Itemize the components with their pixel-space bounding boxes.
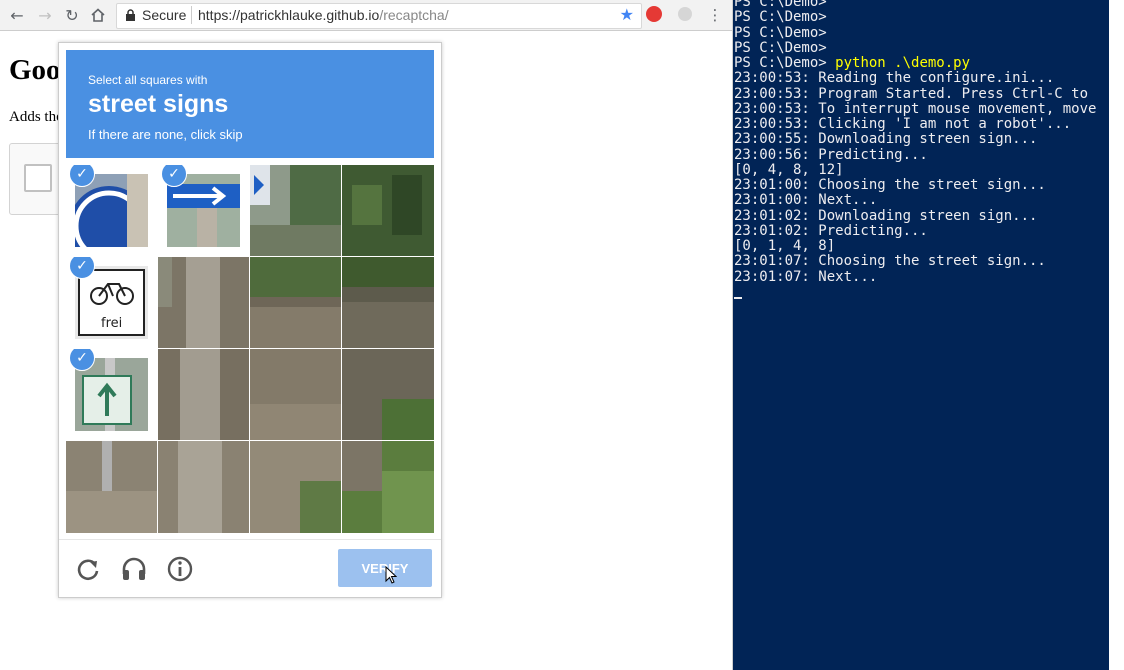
terminal-line: 23:01:07: Next... — [734, 268, 878, 285]
terminal-line: PS C:\Demo> — [734, 39, 827, 56]
terminal-line: 23:00:53: Reading the configure.ini... — [734, 70, 1055, 87]
terminal-line: 23:00:55: Downloading streen sign... — [734, 131, 1038, 148]
terminal-scrollbar[interactable] — [1109, 0, 1124, 670]
tile-13[interactable] — [158, 441, 249, 533]
recaptcha-challenge-popup: Select all squares with street signs If … — [58, 42, 442, 598]
url-path: /recaptcha/ — [379, 7, 449, 23]
tile-5[interactable] — [158, 257, 249, 348]
secure-label: Secure — [142, 7, 187, 23]
home-icon[interactable] — [87, 4, 109, 26]
not-a-robot-checkbox[interactable] — [24, 164, 52, 192]
terminal-prompt: PS C:\Demo> — [734, 55, 836, 71]
bookmark-star-icon[interactable]: ★ — [620, 5, 634, 24]
terminal-line: PS C:\Demo> python .\demo.py — [734, 56, 970, 71]
terminal-line: 23:01:02: Downloading streen sign... — [734, 207, 1038, 224]
tile-1-selected[interactable]: ✓ — [158, 165, 249, 256]
svg-text:frei: frei — [101, 316, 122, 331]
tile-10[interactable] — [250, 349, 341, 440]
reload-challenge-icon[interactable] — [73, 554, 103, 584]
reload-icon[interactable]: ↻ — [61, 4, 83, 26]
tile-3[interactable] — [342, 165, 434, 256]
tile-4-selected[interactable]: frei ✓ — [66, 257, 157, 348]
browser-toolbar: ← → ↻ Secure https://patrickhlauke.githu… — [0, 0, 732, 31]
terminal-line: 23:01:02: Predicting... — [734, 222, 928, 239]
instruction-skip-hint: If there are none, click skip — [88, 127, 243, 142]
tile-2[interactable] — [250, 165, 341, 256]
terminal-line: 23:00:53: Program Started. Press Ctrl-C … — [734, 85, 1089, 102]
address-divider — [191, 6, 192, 24]
address-bar[interactable]: Secure https://patrickhlauke.github.io/r… — [116, 3, 642, 29]
extension-shield-icon[interactable] — [646, 6, 662, 22]
terminal-cursor — [734, 297, 742, 299]
terminal-line: 23:00:56: Predicting... — [734, 146, 928, 163]
terminal-line: 23:01:00: Next... — [734, 192, 878, 209]
image-tile-grid: ✓ ✓ frei ✓ ✓ — [66, 165, 434, 533]
terminal-line: 23:01:07: Choosing the street sign... — [734, 253, 1046, 270]
tile-8-selected[interactable]: ✓ — [66, 349, 157, 440]
terminal-line: PS C:\Demo> — [734, 9, 827, 26]
forward-icon[interactable]: → — [34, 4, 56, 26]
terminal-line: PS C:\Demo> — [734, 24, 827, 41]
mouse-cursor-icon — [385, 566, 397, 584]
terminal-line: 23:01:00: Choosing the street sign... — [734, 177, 1046, 193]
tile-7[interactable] — [342, 257, 434, 348]
terminal-line: 23:00:53: Clicking 'I am not a robot'... — [734, 116, 1072, 132]
tile-9[interactable] — [158, 349, 249, 440]
tile-11[interactable] — [342, 349, 434, 440]
challenge-footer: VERIFY — [59, 539, 441, 598]
info-icon[interactable] — [165, 554, 195, 584]
challenge-header: Select all squares with street signs If … — [66, 50, 434, 158]
extension-icon[interactable] — [678, 7, 692, 21]
tile-12[interactable] — [66, 441, 157, 533]
url-text: https://patrickhlauke.github.io/recaptch… — [198, 7, 449, 23]
lock-icon — [126, 9, 135, 21]
back-icon[interactable]: ← — [6, 4, 28, 26]
tile-15[interactable] — [342, 441, 434, 533]
instruction-text: Select all squares with — [88, 73, 208, 87]
browser-window: ← → ↻ Secure https://patrickhlauke.githu… — [0, 0, 733, 670]
instruction-target: street signs — [88, 90, 229, 118]
url-base: https://patrickhlauke.github.io — [198, 7, 380, 23]
terminal-line: 23:00:53: To interrupt mouse movement, m… — [734, 100, 1097, 117]
terminal-line: [0, 4, 8, 12] — [734, 161, 844, 178]
tile-0-selected[interactable]: ✓ — [66, 165, 157, 256]
menu-kebab-icon[interactable]: ⋮ — [704, 4, 726, 26]
terminal-command: python .\demo.py — [835, 55, 971, 71]
tile-6[interactable] — [250, 257, 341, 348]
powershell-terminal[interactable]: PS C:\Demo> PS C:\Demo> PS C:\Demo> PS C:\D… — [733, 0, 1109, 670]
tile-14[interactable] — [250, 441, 341, 533]
terminal-line: [0, 1, 4, 8] — [734, 238, 836, 254]
audio-challenge-icon[interactable] — [119, 554, 149, 584]
